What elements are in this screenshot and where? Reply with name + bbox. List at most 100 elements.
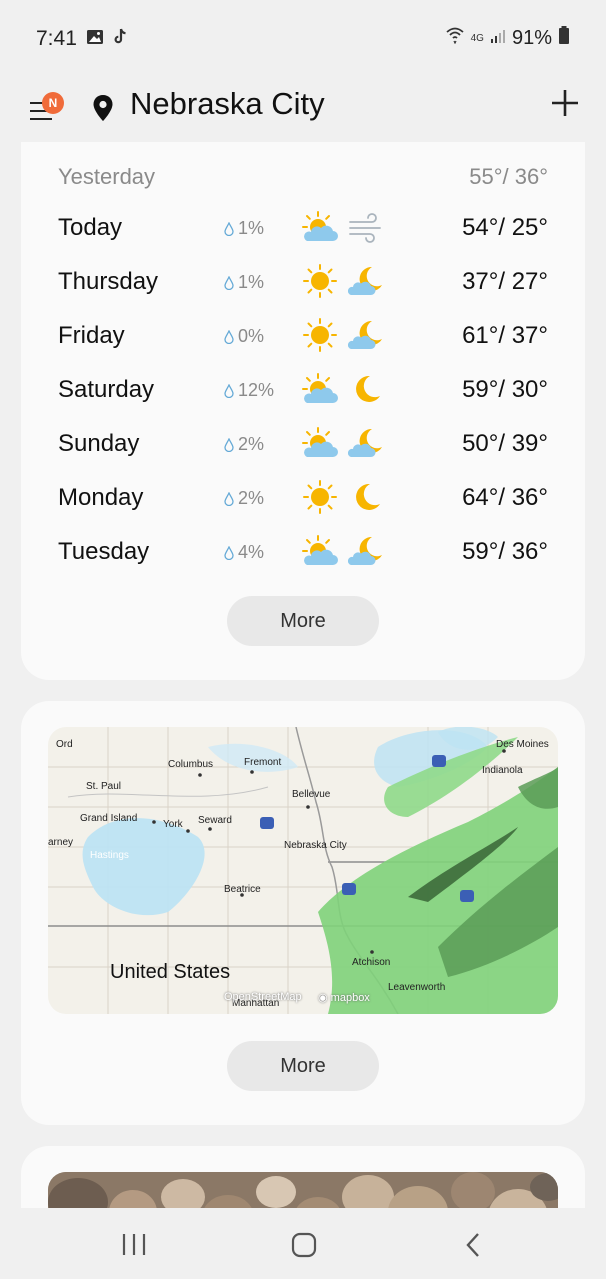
precip-value: 1%	[238, 272, 265, 292]
forecast-day-row[interactable]: Monday 2% 64°/ 36°	[58, 478, 548, 518]
precipitation: 4%	[224, 542, 264, 563]
raindrop-icon	[224, 546, 234, 560]
sun-icon	[302, 318, 338, 352]
map-place-label: York	[163, 819, 183, 830]
mapbox-attribution[interactable]: ◉ mapbox	[318, 991, 370, 1004]
day-name: Saturday	[58, 376, 155, 403]
signal-icon	[490, 27, 506, 50]
precipitation: 1%	[224, 218, 264, 239]
partly-cloudy-icon	[302, 210, 338, 244]
map-place-label: Grand Island	[80, 813, 138, 824]
precipitation: 1%	[224, 272, 264, 293]
plus-icon	[552, 90, 578, 116]
high-low-temps: 59°/ 36°	[462, 538, 548, 565]
gallery-icon	[86, 28, 104, 51]
recent-apps-button[interactable]	[114, 1230, 154, 1260]
country-label: United States	[110, 961, 231, 983]
tiktok-icon	[112, 28, 128, 51]
high-low-temps: 61°/ 37°	[462, 322, 548, 349]
map-place-label: Indianola	[482, 765, 523, 776]
partly-cloudy-night-icon	[348, 318, 384, 352]
day-name: Today	[58, 214, 123, 241]
map-place-label: Hastings	[90, 850, 129, 861]
osm-attribution[interactable]: OpenStreetMap	[224, 991, 302, 1003]
network-type: 4G	[470, 32, 484, 44]
precip-value: 2%	[238, 434, 265, 454]
map-place-label: Des Moines	[496, 739, 549, 750]
day-name: Thursday	[58, 268, 159, 295]
sun-icon	[302, 264, 338, 298]
status-left-icons	[86, 28, 128, 51]
yesterday-row: Yesterday 55°/ 36°	[58, 164, 548, 192]
precip-value: 1%	[238, 218, 265, 238]
battery-percent: 91%	[511, 26, 552, 49]
map-place-label: Ord	[56, 739, 73, 750]
partly-cloudy-icon	[302, 426, 338, 460]
home-icon	[291, 1232, 317, 1258]
forecast-day-row[interactable]: Today 1% 54°/ 25°	[58, 208, 548, 248]
map-place-label: arney	[48, 837, 74, 848]
map-place-label: Leavenworth	[388, 982, 446, 993]
recent-apps-icon	[122, 1234, 146, 1255]
day-name: Friday	[58, 322, 125, 349]
map-place-label: Bellevue	[292, 789, 331, 800]
osm-attribution-text: OpenStreetMap	[224, 991, 302, 1003]
location-pin-icon	[92, 94, 114, 127]
radar-map[interactable]: Ord Columbus Fremont Des Moines Indianola St.…	[48, 727, 558, 1014]
partly-cloudy-night-icon	[348, 534, 384, 568]
menu-button[interactable]: N	[28, 92, 68, 128]
partly-cloudy-night-icon	[348, 426, 384, 460]
precip-value: 4%	[238, 542, 265, 562]
status-time: 7:41	[36, 27, 77, 50]
precipitation: 0%	[224, 326, 264, 347]
raindrop-icon	[224, 438, 234, 452]
forecast-day-row[interactable]: Tuesday 4% 59°/ 36°	[58, 532, 548, 572]
high-low-temps: 50°/ 39°	[462, 430, 548, 457]
precipitation: 12%	[224, 380, 274, 401]
map-place-label: Atchison	[352, 957, 391, 968]
location-title[interactable]: Nebraska City	[130, 86, 325, 122]
mapbox-icon: ◉	[318, 992, 328, 1004]
partly-cloudy-icon	[302, 534, 338, 568]
back-button[interactable]	[454, 1230, 494, 1260]
high-low-temps: 59°/ 30°	[462, 376, 548, 403]
forecast-day-row[interactable]: Thursday 1% 37°/ 27°	[58, 262, 548, 302]
raindrop-icon	[224, 276, 234, 290]
precipitation: 2%	[224, 434, 264, 455]
map-place-label: St. Paul	[86, 781, 122, 792]
yesterday-temps: 55°/ 36°	[469, 164, 548, 189]
notification-badge: N	[42, 92, 64, 114]
forecast-day-row[interactable]: Saturday 12% 59°/ 30°	[58, 370, 548, 410]
add-location-button[interactable]	[550, 88, 580, 118]
moon-icon	[348, 372, 384, 406]
precip-value: 12%	[238, 380, 275, 400]
day-name: Sunday	[58, 430, 140, 457]
battery-icon	[558, 26, 570, 50]
precip-value: 2%	[238, 488, 265, 508]
forecast-day-row[interactable]: Sunday 2% 50°/ 39°	[58, 424, 548, 464]
partly-cloudy-night-icon	[348, 264, 384, 298]
moon-icon	[348, 480, 384, 514]
map-place-label: Nebraska City	[284, 840, 347, 851]
day-name: Monday	[58, 484, 144, 511]
daily-forecast-card: Yesterday 55°/ 36° Today 1% 54°/ 25° Thursd…	[21, 142, 585, 680]
app-header: N Nebraska City	[0, 78, 606, 142]
raindrop-icon	[224, 492, 234, 506]
map-place-label: Fremont	[244, 757, 282, 768]
sun-icon	[302, 480, 338, 514]
yesterday-label: Yesterday	[58, 164, 156, 189]
raindrop-icon	[224, 330, 234, 344]
forecast-day-row[interactable]: Friday 0% 61°/ 37°	[58, 316, 548, 356]
back-icon	[466, 1233, 479, 1257]
mapbox-attribution-text: mapbox	[330, 992, 370, 1004]
forecast-more-button[interactable]: More	[227, 596, 379, 646]
raindrop-icon	[224, 384, 234, 398]
day-name: Tuesday	[58, 538, 150, 565]
wifi-icon	[445, 26, 465, 50]
high-low-temps: 54°/ 25°	[462, 214, 548, 241]
high-low-temps: 64°/ 36°	[462, 484, 548, 511]
home-button[interactable]	[283, 1230, 323, 1260]
precipitation: 2%	[224, 488, 264, 509]
map-more-button[interactable]: More	[227, 1041, 379, 1091]
high-low-temps: 37°/ 27°	[462, 268, 548, 295]
